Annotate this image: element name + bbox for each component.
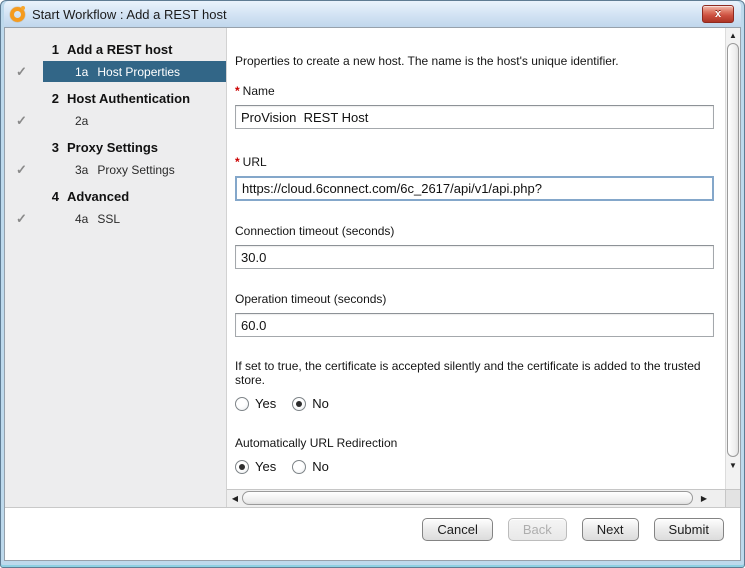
host-properties-form: Properties to create a new host. The nam… bbox=[227, 28, 740, 489]
url-input[interactable] bbox=[235, 176, 714, 201]
check-icon: ✓ bbox=[5, 61, 43, 82]
step-number: 1 bbox=[5, 42, 67, 57]
next-button[interactable]: Next bbox=[582, 518, 639, 541]
horizontal-scrollbar[interactable]: ◀ ▶ bbox=[227, 490, 725, 507]
radio-icon bbox=[292, 460, 306, 474]
required-icon: * bbox=[235, 155, 240, 169]
step-header-3: 3 Proxy Settings bbox=[5, 136, 226, 158]
step-number: 3 bbox=[5, 140, 67, 155]
radio-icon bbox=[235, 397, 249, 411]
step-number: 4 bbox=[5, 189, 67, 204]
scroll-down-icon[interactable]: ▼ bbox=[726, 459, 740, 473]
step-header-2: 2 Host Authentication bbox=[5, 87, 226, 109]
substep-id: 4a bbox=[75, 212, 88, 226]
step-header-1: 1 Add a REST host bbox=[5, 38, 226, 60]
close-button[interactable]: x bbox=[702, 5, 734, 23]
substep-id: 2a bbox=[75, 114, 88, 128]
scroll-right-icon[interactable]: ▶ bbox=[697, 492, 711, 506]
step-title: Proxy Settings bbox=[67, 140, 158, 155]
dialog-footer: Cancel Back Next Submit bbox=[5, 507, 740, 560]
name-input[interactable] bbox=[235, 105, 714, 129]
radio-icon bbox=[235, 460, 249, 474]
start-workflow-dialog: Start Workflow : Add a REST host x 1 Add… bbox=[0, 0, 745, 568]
substep-id: 1a bbox=[75, 65, 88, 79]
scroll-left-icon[interactable]: ◀ bbox=[228, 492, 242, 506]
sidebar-item-host-properties[interactable]: ✓ 1a Host Properties bbox=[5, 61, 226, 82]
substep-label: SSL bbox=[97, 212, 120, 226]
check-icon: ✓ bbox=[5, 208, 43, 229]
workflow-steps-sidebar: 1 Add a REST host ✓ 1a Host Properties 2… bbox=[5, 28, 227, 507]
dialog-content: 1 Add a REST host ✓ 1a Host Properties 2… bbox=[4, 27, 741, 561]
step-header-4: 4 Advanced bbox=[5, 185, 226, 207]
step-title: Add a REST host bbox=[67, 42, 172, 57]
close-icon: x bbox=[715, 8, 721, 20]
redirect-question-text: Automatically URL Redirection bbox=[235, 436, 714, 450]
sidebar-item-ssl[interactable]: ✓ 4a SSL bbox=[5, 208, 226, 229]
titlebar[interactable]: Start Workflow : Add a REST host x bbox=[4, 1, 741, 27]
substep-label: Host Properties bbox=[97, 65, 180, 79]
redirect-no-radio[interactable]: No bbox=[292, 459, 329, 474]
certificate-yes-radio[interactable]: Yes bbox=[235, 396, 276, 411]
redirect-yes-radio[interactable]: Yes bbox=[235, 459, 276, 474]
url-label: *URL bbox=[235, 155, 714, 169]
certificate-no-radio[interactable]: No bbox=[292, 396, 329, 411]
redirect-radio-group: Yes No bbox=[235, 459, 714, 474]
orchestrator-icon bbox=[10, 7, 25, 22]
sidebar-item-proxy-settings[interactable]: ✓ 3a Proxy Settings bbox=[5, 159, 226, 180]
operation-timeout-input[interactable] bbox=[235, 313, 714, 337]
check-icon: ✓ bbox=[5, 159, 43, 180]
radio-icon bbox=[292, 397, 306, 411]
connection-timeout-input[interactable] bbox=[235, 245, 714, 269]
submit-button[interactable]: Submit bbox=[654, 518, 724, 541]
certificate-question-text: If set to true, the certificate is accep… bbox=[235, 359, 714, 387]
step-number: 2 bbox=[5, 91, 67, 106]
cancel-button[interactable]: Cancel bbox=[422, 518, 492, 541]
connection-timeout-label: Connection timeout (seconds) bbox=[235, 224, 714, 238]
sidebar-item-host-authentication[interactable]: ✓ 2a bbox=[5, 110, 226, 131]
scrollbar-corner bbox=[725, 490, 740, 507]
vertical-scrollbar[interactable]: ▲ ▼ bbox=[725, 28, 740, 489]
check-icon: ✓ bbox=[5, 110, 43, 131]
substep-id: 3a bbox=[75, 163, 88, 177]
required-icon: * bbox=[235, 84, 240, 98]
operation-timeout-label: Operation timeout (seconds) bbox=[235, 292, 714, 306]
name-label: *Name bbox=[235, 84, 714, 98]
certificate-radio-group: Yes No bbox=[235, 396, 714, 411]
step-title: Host Authentication bbox=[67, 91, 190, 106]
horizontal-scrollbar-thumb[interactable] bbox=[242, 491, 693, 505]
back-button[interactable]: Back bbox=[508, 518, 567, 541]
form-description: Properties to create a new host. The nam… bbox=[235, 54, 714, 68]
window-title: Start Workflow : Add a REST host bbox=[32, 7, 227, 22]
vertical-scrollbar-thumb[interactable] bbox=[727, 43, 739, 457]
scroll-up-icon[interactable]: ▲ bbox=[726, 29, 740, 43]
substep-label: Proxy Settings bbox=[97, 163, 174, 177]
step-title: Advanced bbox=[67, 189, 129, 204]
